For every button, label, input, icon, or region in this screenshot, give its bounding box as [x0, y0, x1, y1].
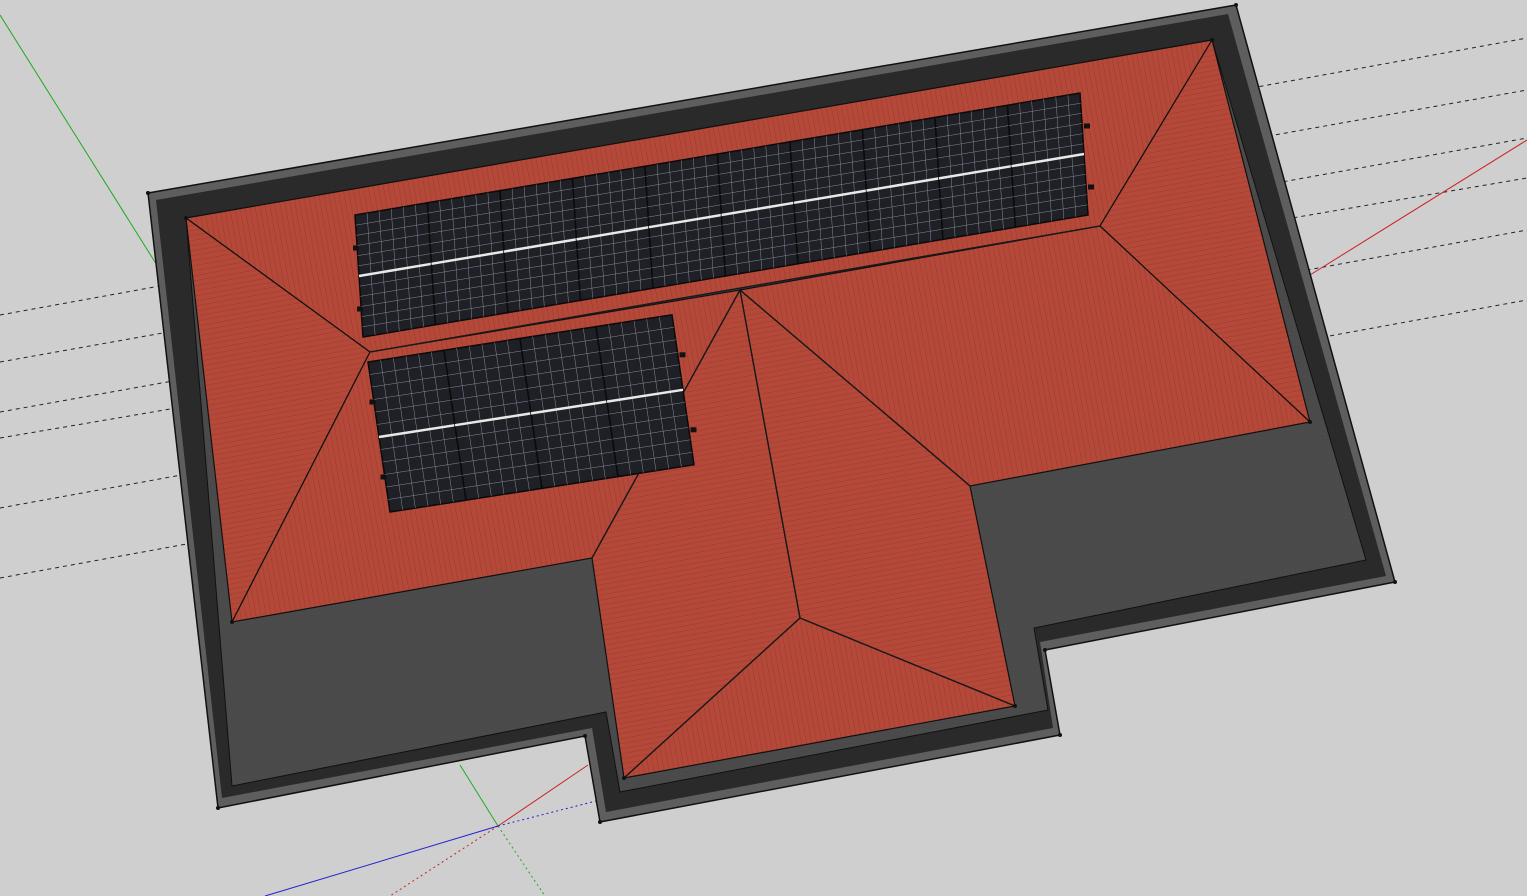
upper-array-panel[interactable] [789, 128, 872, 265]
lower-array-mount-clip [369, 399, 376, 405]
upper-array-panel[interactable] [426, 189, 509, 326]
lower-array-mount-clip [690, 427, 697, 433]
green-axis-lower [459, 764, 499, 827]
upper-array-mount-clip [1084, 123, 1090, 129]
red-axis [1309, 139, 1527, 276]
blue-axis [264, 825, 499, 896]
red-axis-dotted [389, 825, 499, 896]
upper-array-panel[interactable] [934, 104, 1017, 241]
upper-array-panel[interactable] [571, 165, 654, 302]
upper-array-panel[interactable] [1006, 92, 1089, 229]
upper-array-panel[interactable] [861, 116, 944, 253]
blue-axis-dotted [497, 799, 601, 827]
green-axis [0, 14, 161, 271]
green-axis-dotted [497, 825, 546, 896]
upper-array-panel[interactable] [716, 140, 799, 277]
upper-array-mount-clip [1088, 184, 1094, 190]
upper-array-mount-clip [353, 245, 359, 251]
upper-array-panel[interactable] [354, 201, 437, 338]
lower-array-mount-clip [679, 352, 686, 358]
upper-array-panel[interactable] [644, 153, 727, 290]
upper-array-panel[interactable] [499, 177, 582, 314]
modeling-viewport[interactable] [0, 0, 1527, 896]
model-canvas[interactable] [0, 0, 1527, 896]
lower-array-mount-clip [380, 474, 387, 480]
red-axis-lower [497, 764, 589, 827]
upper-array-mount-clip [357, 306, 363, 312]
